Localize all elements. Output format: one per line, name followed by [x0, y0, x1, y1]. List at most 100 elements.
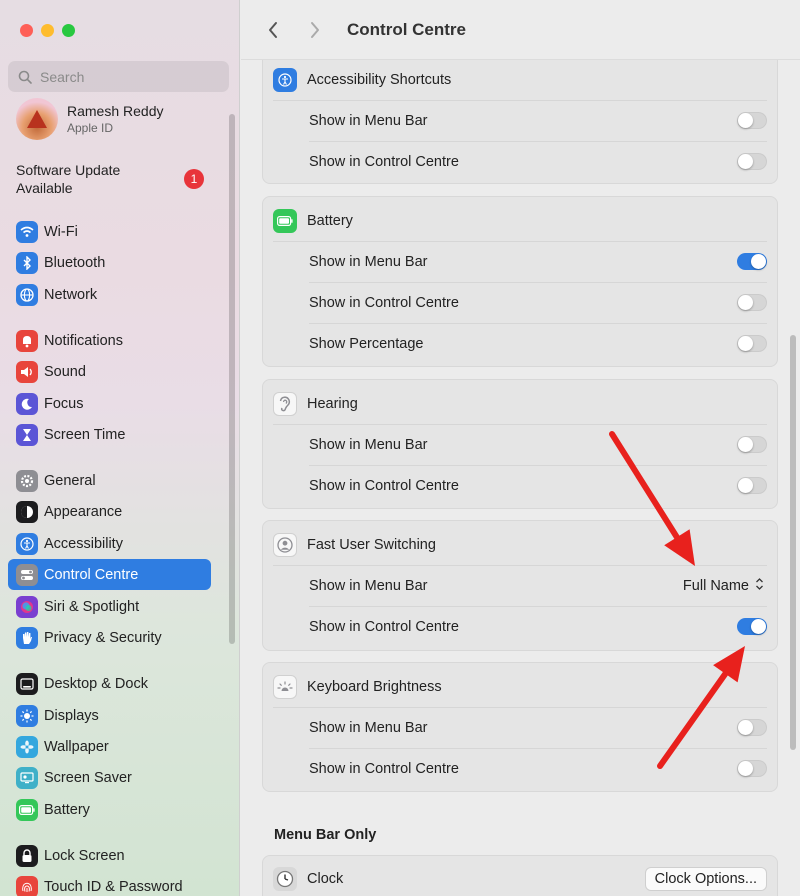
sidebar-item-label: Wi-Fi [44, 223, 78, 240]
hearing-title: Hearing [307, 395, 358, 412]
forward-button[interactable] [300, 15, 330, 45]
lock-icon [16, 844, 38, 867]
toggle-switch[interactable] [737, 294, 767, 311]
menu-bar-display-select[interactable]: Full Name [683, 577, 764, 595]
account-subtitle: Apple ID [67, 121, 114, 135]
accessibility-icon [273, 67, 297, 92]
search-placeholder: Search [40, 68, 85, 85]
wifi-icon [16, 220, 38, 243]
sidebar-item-wallpaper[interactable]: Wallpaper [8, 731, 211, 762]
battery-icon [16, 798, 38, 821]
battery-row-show-percentage: Show Percentage [263, 323, 777, 364]
sidebar-item-label: Privacy & Security [44, 629, 162, 646]
close-button[interactable] [20, 24, 33, 37]
main-pane: Control Centre Accessibility Shortcuts Sh… [241, 0, 800, 896]
sidebar-item-label: General [44, 472, 96, 489]
toolbar: Control Centre [241, 0, 800, 60]
main-scrollbar[interactable] [790, 335, 796, 750]
sidebar-item-appearance[interactable]: Appearance [8, 496, 211, 527]
sidebar-item-touch-id-password[interactable]: Touch ID & Password [8, 871, 211, 896]
hearing-header: Hearing [263, 383, 777, 424]
battery-icon [273, 208, 297, 233]
sidebar-item-label: Sound [44, 363, 86, 380]
flower-icon [16, 735, 38, 758]
sidebar-item-battery[interactable]: Battery [8, 794, 211, 825]
search-input[interactable]: Search [8, 61, 229, 92]
globe-icon [16, 283, 38, 306]
user-icon [273, 532, 297, 557]
toggle-switch[interactable] [737, 760, 767, 777]
sidebar-item-network[interactable]: Network [8, 279, 211, 310]
chevron-up-down-icon [755, 577, 764, 595]
setting-label: Show in Menu Bar [309, 436, 428, 453]
sidebar-item-desktop-dock[interactable]: Desktop & Dock [8, 668, 211, 699]
toggle-switch[interactable] [737, 153, 767, 170]
sidebar-item-label: Network [44, 286, 98, 303]
sidebar-item-screen-time[interactable]: Screen Time [8, 419, 211, 450]
sidebar-item-label: Appearance [44, 503, 123, 520]
setting-label: Show in Menu Bar [309, 577, 428, 594]
gear-icon [16, 469, 38, 492]
sidebar-item-focus[interactable]: Focus [8, 388, 211, 419]
sidebar-item-label: Displays [44, 707, 99, 724]
sidebar-item-displays[interactable]: Displays [8, 700, 211, 731]
moon-icon [16, 392, 38, 415]
sidebar-item-label: Screen Time [44, 426, 126, 443]
clock-row: Clock Clock Options... [263, 858, 777, 896]
speaker-icon [16, 360, 38, 383]
software-update-label: Software Update Available [16, 162, 121, 196]
toggle-switch[interactable] [737, 335, 767, 352]
toggle-switch[interactable] [737, 618, 767, 635]
fingerprint-icon [16, 875, 38, 896]
sidebar: Search Ramesh Reddy Apple ID Software Up… [0, 0, 240, 896]
sidebar-item-siri-spotlight[interactable]: Siri & Spotlight [8, 591, 211, 622]
keyboard-brightness-title: Keyboard Brightness [307, 678, 442, 695]
avatar [16, 98, 58, 140]
toggle-switch[interactable] [737, 719, 767, 736]
hearing-group: Hearing Show in Menu Bar Show in Control C… [262, 379, 778, 509]
apple-id-account[interactable]: Ramesh Reddy Apple ID [16, 98, 164, 140]
setting-label: Show in Control Centre [309, 153, 459, 170]
toggle-switch[interactable] [737, 112, 767, 129]
setting-label: Show in Control Centre [309, 477, 459, 494]
minimize-button[interactable] [41, 24, 54, 37]
sidebar-item-bluetooth[interactable]: Bluetooth [8, 247, 211, 278]
zoom-button[interactable] [62, 24, 75, 37]
setting-label: Show in Menu Bar [309, 719, 428, 736]
sidebar-item-control-centre[interactable]: Control Centre [8, 559, 211, 590]
sidebar-item-label: Notifications [44, 332, 123, 349]
software-update-item[interactable]: Software Update Available 1 [16, 161, 206, 197]
sidebar-item-label: Battery [44, 801, 90, 818]
clock-options-button[interactable]: Clock Options... [644, 866, 767, 891]
dock-icon [16, 672, 38, 695]
sidebar-item-lock-screen[interactable]: Lock Screen [8, 840, 211, 871]
toggle-switch[interactable] [737, 253, 767, 270]
sidebar-item-label: Control Centre [44, 566, 139, 583]
hand-icon [16, 626, 38, 649]
accessibility-shortcuts-group: Accessibility Shortcuts Show in Menu Bar S… [262, 50, 778, 184]
toggle-switch[interactable] [737, 477, 767, 494]
fast-user-switching-group: Fast User Switching Show in Menu Bar Full … [262, 520, 778, 651]
toggle-switch[interactable] [737, 436, 767, 453]
accessibility-shortcuts-row-show-in-control-centre: Show in Control Centre [263, 141, 777, 182]
sidebar-item-general[interactable]: General [8, 465, 211, 496]
back-button[interactable] [258, 15, 288, 45]
siri-icon [16, 595, 38, 618]
sidebar-item-notifications[interactable]: Notifications [8, 325, 211, 356]
sidebar-item-screen-saver[interactable]: Screen Saver [8, 762, 211, 793]
sidebar-item-label: Screen Saver [44, 769, 132, 786]
sidebar-item-privacy-security[interactable]: Privacy & Security [8, 622, 211, 653]
search-icon [18, 70, 32, 84]
setting-label: Show in Menu Bar [309, 253, 428, 270]
accessibility-shortcuts-row-show-in-menu-bar: Show in Menu Bar [263, 100, 777, 141]
chevron-left-icon [269, 21, 277, 38]
sidebar-item-accessibility[interactable]: Accessibility [8, 528, 211, 559]
screensaver-icon [16, 766, 38, 789]
sidebar-item-label: Focus [44, 395, 84, 412]
ear-icon [273, 391, 297, 416]
setting-label: Show in Control Centre [309, 618, 459, 635]
sidebar-item-wi-fi[interactable]: Wi-Fi [8, 216, 211, 247]
sidebar-scrollbar[interactable] [229, 114, 235, 644]
sun-icon [16, 704, 38, 727]
sidebar-item-sound[interactable]: Sound [8, 356, 211, 387]
